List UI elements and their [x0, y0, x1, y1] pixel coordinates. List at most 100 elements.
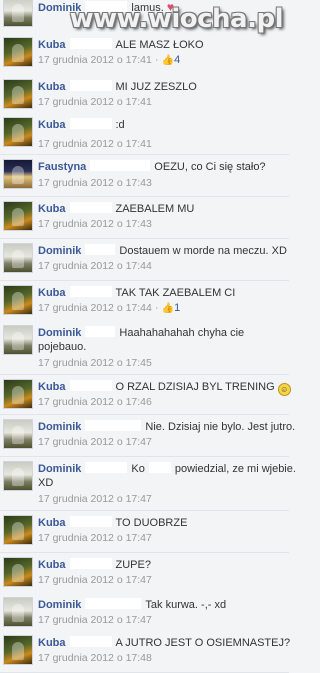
comment-timestamp[interactable]: 17 grudnia 2012 o 17:48 — [38, 652, 152, 664]
avatar[interactable] — [3, 79, 33, 109]
comment-text: ZAEBALEM MU — [115, 203, 195, 215]
comment: Faustyna OEZU, co Ci się stało? 17 grudni… — [0, 156, 289, 197]
redacted-surname — [85, 326, 116, 337]
comment-text: O RZAL DZISIAJ BYL TRENING — [115, 381, 275, 393]
comment-author[interactable]: Dominik — [38, 421, 81, 433]
comment-text: MI JUZ ZESZLO — [115, 81, 197, 93]
avatar[interactable] — [3, 419, 33, 449]
comment-timestamp[interactable]: 17 grudnia 2012 o 17:43 — [38, 177, 152, 189]
avatar[interactable] — [3, 461, 33, 491]
redacted-surname — [69, 80, 112, 91]
comment-author[interactable]: Kuba — [38, 559, 66, 571]
avatar[interactable] — [3, 379, 33, 409]
comment-timestamp[interactable]: 17 grudnia 2012 o 17:44 — [38, 260, 152, 272]
comment-author[interactable]: Faustyna — [38, 161, 86, 173]
comment-author[interactable]: Dominik — [38, 327, 81, 339]
comment-text: Ko — [131, 463, 145, 475]
comment-timestamp[interactable]: 17 grudnia 2012 o 17:47 — [38, 614, 152, 626]
comment-text: TAK TAK ZAEBALEM CI — [115, 287, 236, 299]
comment-author[interactable]: Dominik — [38, 245, 81, 257]
avatar[interactable] — [3, 325, 33, 355]
comment: Dominik Ko powiedzial, ze mi wjebie. XD 17… — [0, 458, 296, 511]
redacted-surname — [69, 38, 112, 49]
comment-text: A JUTRO JEST O OSIEMNASTEJ? — [115, 637, 291, 649]
avatar[interactable] — [3, 159, 33, 189]
comment-text: Haahahahahah chyha cie — [119, 327, 245, 339]
thumbs-up-icon[interactable]: 👍 — [162, 55, 174, 66]
redacted-surname — [69, 202, 112, 213]
avatar[interactable] — [3, 515, 33, 545]
comment-timestamp[interactable]: 17 grudnia 2012 o 17:47 — [38, 574, 152, 586]
avatar[interactable] — [3, 597, 33, 627]
redacted-surname — [69, 516, 112, 527]
comment-timestamp[interactable]: 17 grudnia 2012 o 17:47 — [38, 493, 152, 505]
comment-text-continued: XD — [38, 477, 54, 489]
comment-text: TO DUOBRZE — [115, 517, 188, 529]
comment-timestamp[interactable]: 17 grudnia 2012 o 17:43 — [38, 218, 152, 230]
comment-author[interactable]: Kuba — [38, 381, 66, 393]
comment-text: Tak kurwa. -,- xd — [145, 599, 227, 611]
redacted-surname — [69, 636, 112, 647]
comment-text-continued: pojebauo. — [38, 341, 87, 353]
comment-timestamp[interactable]: 17 grudnia 2012 o 17:41 — [38, 138, 152, 150]
comment: Kuba ALE MASZ ŁOKO 17 grudnia 2012 o 17:4… — [0, 34, 289, 77]
comment: Dominik Dostauem w morde na meczu. XD 17 … — [0, 240, 289, 281]
avatar[interactable] — [3, 37, 33, 67]
avatar[interactable] — [3, 285, 33, 315]
redacted-surname — [69, 558, 112, 569]
avatar[interactable] — [3, 117, 33, 147]
like-count[interactable]: 1 — [174, 302, 180, 314]
redacted-surname — [69, 380, 112, 391]
comment-text: :d — [115, 119, 125, 131]
avatar[interactable] — [3, 557, 33, 587]
comment: Dominik Tak kurwa. -,- xd 17 grudnia 2012… — [0, 594, 289, 633]
comment-text: ZUPE? — [115, 559, 151, 571]
comment-author[interactable]: Kuba — [38, 287, 66, 299]
watermark: www.wiocha.pl — [69, 4, 284, 34]
avatar[interactable] — [3, 0, 33, 27]
comment-text: OEZU, co Ci się stało? — [154, 161, 266, 173]
comment-timestamp[interactable]: 17 grudnia 2012 o 17:46 — [38, 396, 152, 408]
comment-author[interactable]: Dominik — [38, 463, 81, 475]
comment-timestamp[interactable]: 17 grudnia 2012 o 17:47 — [38, 436, 152, 448]
comment: Kuba O RZAL DZISIAJ BYL TRENING ☺ 17 grud… — [0, 376, 291, 415]
redacted-surname — [85, 462, 128, 473]
comment-author[interactable]: Kuba — [38, 203, 66, 215]
avatar[interactable] — [3, 201, 33, 231]
comment: Dominik Haahahahahah chyha cie pojebauo. … — [0, 322, 289, 375]
comment-author[interactable]: Kuba — [38, 517, 66, 529]
comment-author[interactable]: Kuba — [38, 119, 66, 131]
like-count[interactable]: 4 — [174, 54, 180, 66]
comment: Kuba TAK TAK ZAEBALEM CI 17 grudnia 2012 … — [0, 282, 289, 323]
redacted-surname — [85, 244, 116, 255]
comment: Kuba TO DUOBRZE 17 grudnia 2012 o 17:47 — [0, 512, 289, 553]
comment-text: Nie. Dzisiaj nie bylo. Jest jutro. — [145, 421, 296, 433]
comment-text: ALE MASZ ŁOKO — [115, 39, 204, 51]
comment: Kuba MI JUZ ZESZLO 17 grudnia 2012 o 17:4… — [0, 76, 289, 115]
comment: Kuba A JUTRO JEST O OSIEMNASTEJ? 17 grudn… — [0, 632, 291, 673]
comment-author[interactable]: Dominik — [38, 599, 81, 611]
thumbs-up-icon[interactable]: 👍 — [162, 303, 174, 314]
comment-author[interactable]: Kuba — [38, 81, 66, 93]
comment-author[interactable]: Kuba — [38, 39, 66, 51]
comment-timestamp[interactable]: 17 grudnia 2012 o 17:44 — [38, 302, 152, 314]
redacted-surname — [90, 160, 151, 171]
comment-timestamp[interactable]: 17 grudnia 2012 o 17:41 — [38, 54, 152, 66]
redacted-surname — [85, 420, 142, 431]
comment-timestamp[interactable]: 17 grudnia 2012 o 17:41 — [38, 96, 152, 108]
comment: Kuba ZUPE? 17 grudnia 2012 o 17:47 — [0, 554, 289, 595]
avatar[interactable] — [3, 635, 33, 665]
redacted-name — [148, 462, 171, 473]
comment-text-after: powiedzial, ze mi wjebie. — [174, 463, 296, 475]
comment-timestamp[interactable]: 17 grudnia 2012 o 17:47 — [38, 532, 152, 544]
comment-timestamp[interactable]: 17 grudnia 2012 o 17:45 — [38, 357, 152, 369]
redacted-surname — [69, 118, 112, 129]
redacted-surname — [85, 598, 142, 609]
comment: Dominik Nie. Dzisiaj nie bylo. Jest jutro… — [0, 416, 295, 457]
avatar[interactable] — [3, 243, 33, 273]
redacted-surname — [69, 286, 112, 297]
comment: Kuba :d 17 grudnia 2012 o 17:41 — [0, 114, 289, 155]
comment: Kuba ZAEBALEM MU 17 grudnia 2012 o 17:43 — [0, 198, 289, 239]
comment-author[interactable]: Kuba — [38, 637, 66, 649]
comment-text: Dostauem w morde na meczu. XD — [119, 245, 287, 257]
